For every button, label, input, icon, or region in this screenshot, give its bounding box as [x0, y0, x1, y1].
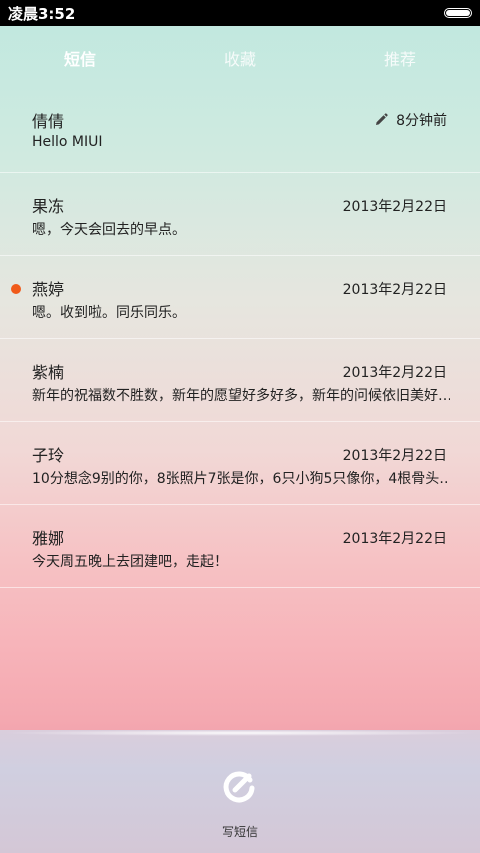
status-bar: 凌晨3:52 — [0, 0, 480, 26]
message-preview: 10分想念9别的你，8张照片7张是你，6只小狗5只像你，4根骨头… — [32, 471, 450, 487]
message-preview: 嗯，今天会回去的早点。 — [32, 222, 186, 238]
message-time: 2013年2月22日 — [342, 199, 447, 215]
contact-name: 果冻 — [32, 197, 65, 216]
unread-dot-icon — [11, 284, 21, 294]
message-time: 2013年2月22日 — [342, 448, 447, 464]
contact-name: 倩倩 — [32, 112, 65, 131]
message-preview: 今天周五晚上去团建吧，走起！ — [32, 554, 228, 570]
conversation-row[interactable]: 倩倩 Hello MIUI 8分钟前 — [0, 88, 480, 173]
battery-icon — [444, 8, 472, 18]
message-time: 8分钟前 — [396, 113, 447, 129]
conversation-row[interactable]: 子玲 10分想念9别的你，8张照片7张是你，6只小狗5只像你，4根骨头… 201… — [0, 422, 480, 505]
conversation-row[interactable]: 紫楠 新年的祝福数不胜数，新年的愿望好多好多，新年的问候依旧美好… 2013年2… — [0, 339, 480, 422]
contact-name: 燕婷 — [32, 280, 65, 299]
tab-favorites[interactable]: 收藏 — [180, 46, 300, 70]
message-time: 2013年2月22日 — [342, 365, 447, 381]
message-time: 2013年2月22日 — [342, 531, 447, 547]
contact-name: 子玲 — [32, 446, 65, 465]
tab-bar: 短信 收藏 推荐 — [0, 26, 480, 88]
draft-time: 8分钟前 — [374, 110, 447, 130]
draft-pencil-icon — [376, 113, 388, 125]
message-preview: 嗯。收到啦。同乐同乐。 — [32, 305, 186, 321]
compose-button-label[interactable]: 写短信 — [0, 823, 480, 840]
message-time: 2013年2月22日 — [342, 282, 447, 298]
conversation-row[interactable]: 雅娜 今天周五晚上去团建吧，走起！ 2013年2月22日 — [0, 505, 480, 588]
compose-icon[interactable] — [221, 770, 257, 806]
status-time: 凌晨3:52 — [8, 5, 76, 23]
tab-recommended[interactable]: 推荐 — [340, 46, 460, 70]
contact-name: 雅娜 — [32, 529, 65, 548]
conversation-row[interactable]: 果冻 嗯，今天会回去的早点。 2013年2月22日 — [0, 173, 480, 256]
message-preview: 新年的祝福数不胜数，新年的愿望好多好多，新年的问候依旧美好… — [32, 388, 450, 404]
tab-messages[interactable]: 短信 — [20, 46, 140, 70]
contact-name: 紫楠 — [32, 363, 65, 382]
message-preview: Hello MIUI — [32, 134, 103, 150]
conversation-list: 倩倩 Hello MIUI 8分钟前 果冻 嗯，今天会回去的早点。 2013年2… — [0, 88, 480, 588]
conversation-row[interactable]: 燕婷 嗯。收到啦。同乐同乐。 2013年2月22日 — [0, 256, 480, 339]
